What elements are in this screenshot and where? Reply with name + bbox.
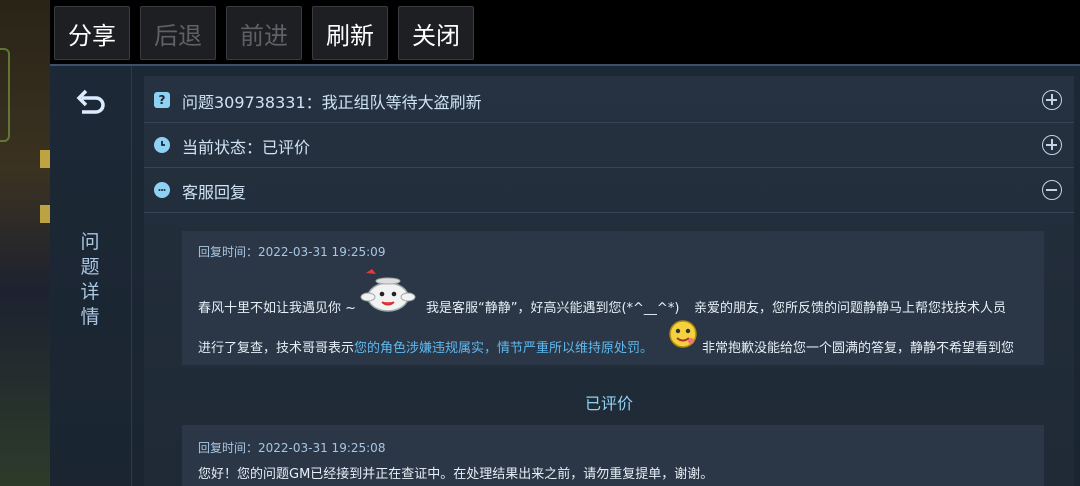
reply-text: 进行了复查，技术哥哥表示您的角色涉嫌违规属实，情节严重所以维持原处罚。 — [198, 337, 653, 356]
smile-emoji-icon — [669, 320, 697, 348]
game-hud-marker — [40, 150, 50, 168]
back-button[interactable]: 后退 — [140, 6, 216, 60]
collapse-icon[interactable] — [1042, 180, 1062, 200]
status-label: 当前状态：已评价 — [182, 138, 311, 157]
reply-text-segment: 进行了复查，技术哥哥表示 — [198, 341, 355, 356]
ghost-emoji-icon — [360, 269, 416, 312]
detail-content: ? 问题309738331：我正组队等待大盗刷新 当前状态：已评价 客服回复 回… — [144, 76, 1074, 486]
status-row[interactable]: 当前状态：已评价 — [144, 123, 1074, 168]
reply-card: 回复时间：2022-03-31 19:25:09 春风十里不如让我遇见你 ~ 我… — [182, 231, 1044, 365]
reply-text: 非常抱歉没能给您一个圆满的答复，静静不希望看到您 — [702, 341, 1015, 356]
reply-text: 亲爱的朋友，您所反馈的问题静静马上帮您找技术人员 — [694, 301, 1007, 316]
side-rail: 问 题 详 情 — [50, 66, 132, 486]
refresh-button[interactable]: 刷新 — [312, 6, 388, 60]
reply-text: 我是客服“静静”，好高兴能遇到您(*^__^*) — [426, 301, 680, 316]
clock-icon — [154, 137, 170, 153]
reply-text: 春风十里不如让我遇见你 ~ — [198, 301, 357, 316]
game-hud-marker — [40, 205, 50, 223]
reply-label: 客服回复 — [182, 183, 247, 202]
question-detail-panel: 问 题 详 情 ? 问题309738331：我正组队等待大盗刷新 当前状态：已评… — [50, 64, 1080, 486]
close-button[interactable]: 关闭 — [398, 6, 474, 60]
reply-highlight: 您的角色涉嫌违规属实，情节严重所以维持原处罚。 — [354, 341, 654, 356]
side-title-char: 问 — [80, 231, 100, 253]
reply-card: 回复时间：2022-03-31 19:25:08 您好！您的问题GM已经接到并正… — [182, 425, 1044, 486]
chat-icon — [154, 182, 170, 198]
side-title: 问 题 详 情 — [78, 230, 102, 330]
browser-toolbar: 分享 后退 前进 刷新 关闭 — [50, 0, 1080, 64]
question-label: 问题309738331：我正组队等待大盗刷新 — [182, 93, 482, 112]
question-row[interactable]: ? 问题309738331：我正组队等待大盗刷新 — [144, 78, 1074, 123]
expand-icon[interactable] — [1042, 90, 1062, 110]
reply-time: 回复时间：2022-03-31 19:25:09 — [198, 245, 386, 259]
return-icon[interactable] — [74, 88, 108, 118]
question-icon: ? — [154, 92, 170, 108]
side-title-char: 详 — [80, 281, 100, 303]
share-button[interactable]: 分享 — [54, 6, 130, 60]
reply-row[interactable]: 客服回复 — [144, 168, 1074, 213]
expand-icon[interactable] — [1042, 135, 1062, 155]
side-title-char: 题 — [80, 256, 100, 278]
forward-button[interactable]: 前进 — [226, 6, 302, 60]
side-title-char: 情 — [80, 306, 100, 328]
rated-status: 已评价 — [584, 394, 633, 413]
reply-time: 回复时间：2022-03-31 19:25:08 — [198, 441, 386, 455]
reply-text: 您好！您的问题GM已经接到并正在查证中。在处理结果出来之前，请勿重复提单，谢谢。 — [198, 467, 714, 482]
